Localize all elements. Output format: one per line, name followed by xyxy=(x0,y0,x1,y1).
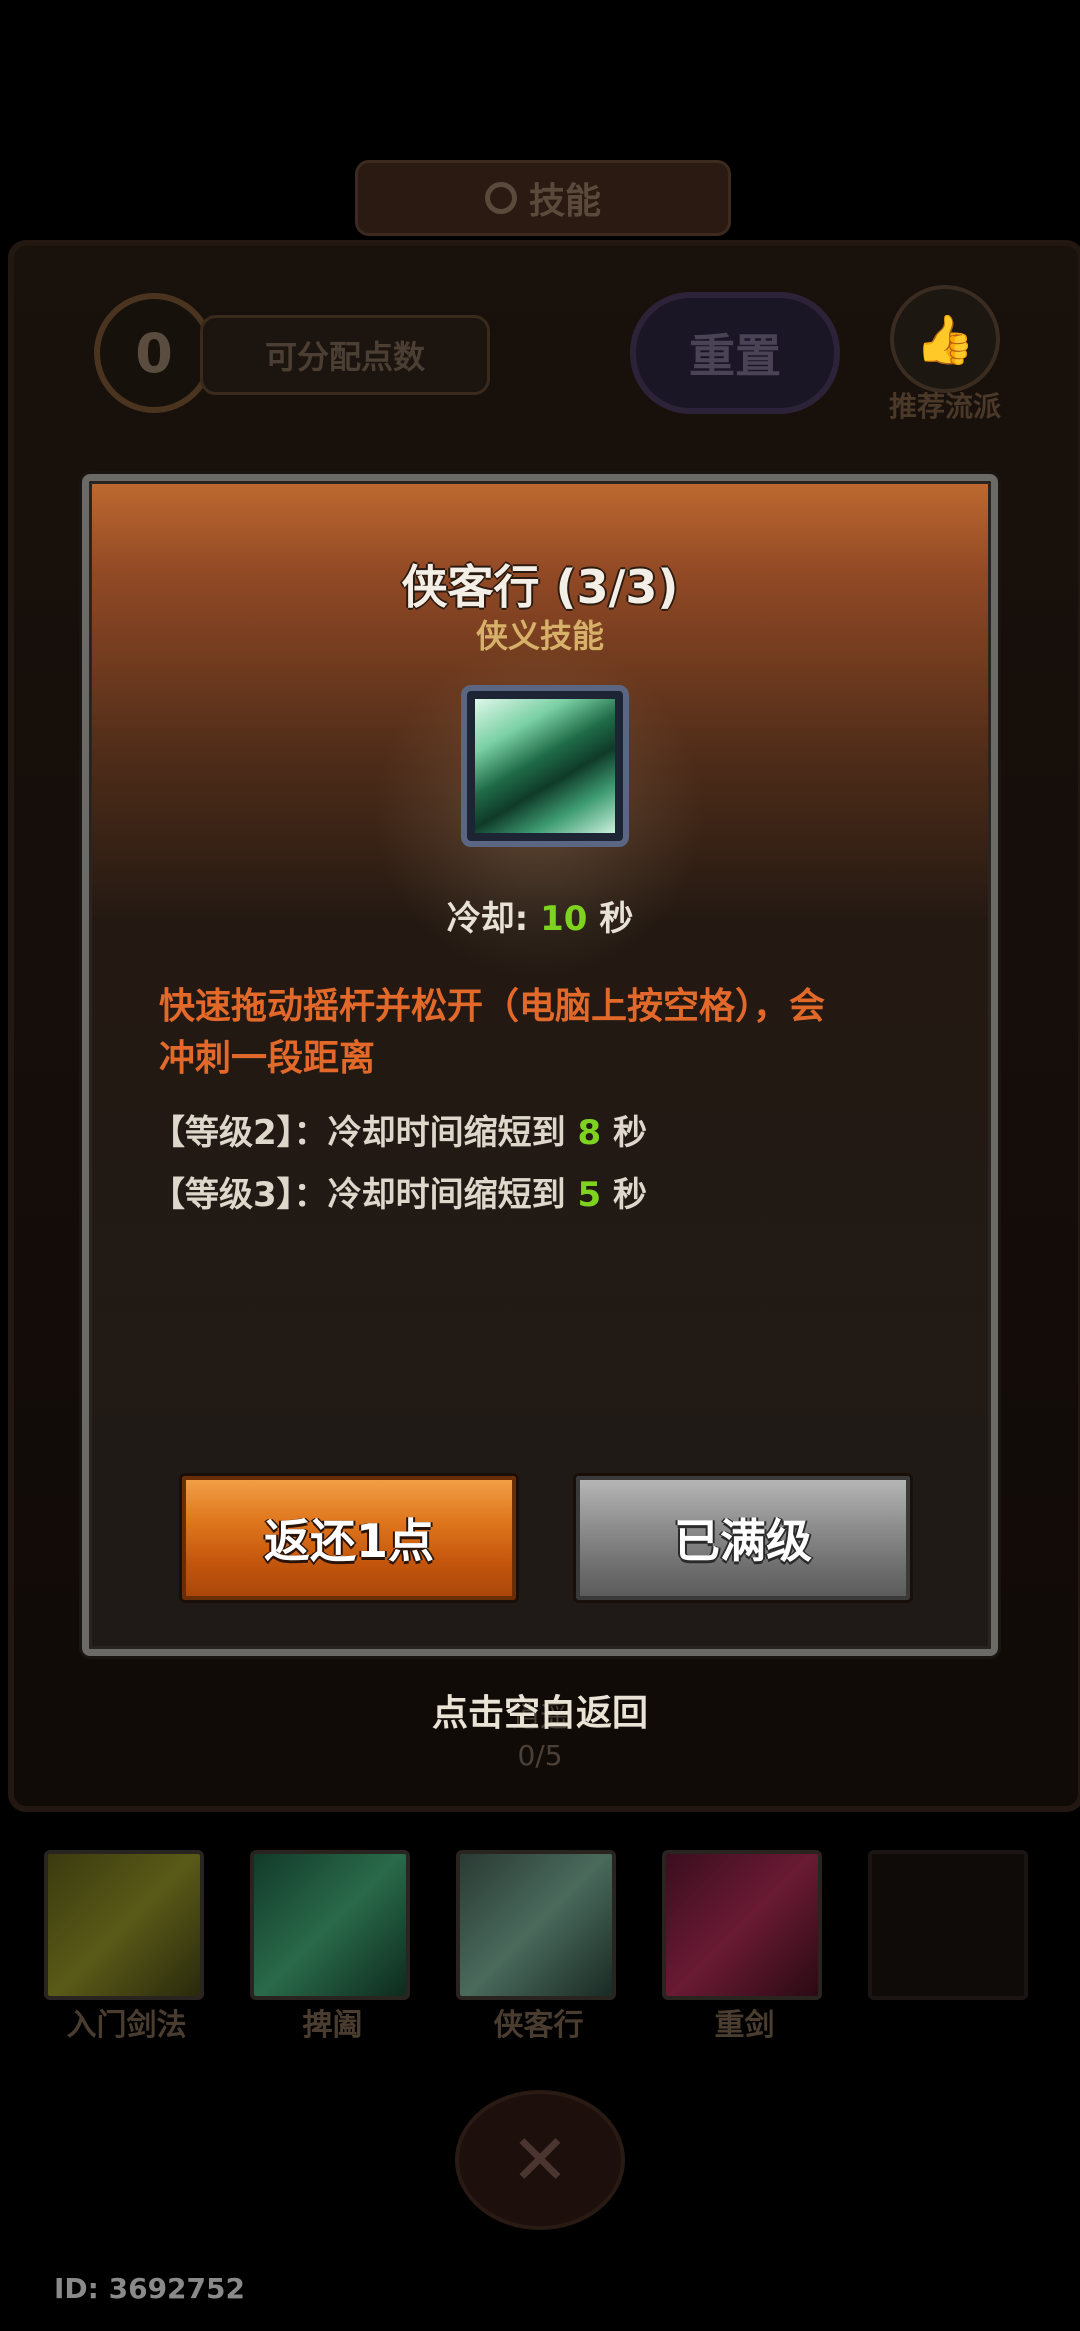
level-3-effect: 【等级3】：冷却时间缩短到 5 秒 xyxy=(151,1167,647,1216)
thumbs-up-icon: 👍 xyxy=(890,285,1000,393)
cooldown-label: 冷却: xyxy=(446,899,529,939)
skill-tab-icon xyxy=(484,182,517,214)
skill-description: 快速拖动摇杆并松开（电脑上按空格），会 冲刺一段距离 xyxy=(159,981,939,1085)
skill-description-line: 冲刺一段距离 xyxy=(159,1038,376,1079)
xiakexing-skill-icon xyxy=(456,1850,616,2000)
level-effect-unit: 秒 xyxy=(613,1113,648,1153)
recommend-build-label: 推荐流派 xyxy=(888,390,1001,423)
refund-point-button[interactable]: 返还1点 xyxy=(179,1473,519,1603)
skill-slot-label: 捭阖 xyxy=(302,2008,363,2043)
skill-slot-label: 侠客行 xyxy=(493,2008,584,2043)
skill-slot-empty[interactable] xyxy=(868,1850,1033,2020)
skill-slot-baihe[interactable]: 捭阖 xyxy=(250,1850,415,2043)
skills-tab-header: 技能 xyxy=(355,160,731,236)
level-effect-label: 【等级2】：冷却时间缩短到 xyxy=(151,1113,566,1153)
level-2-effect: 【等级2】：冷却时间缩短到 8 秒 xyxy=(151,1105,647,1154)
cooldown-value: 10 xyxy=(540,899,588,939)
cooldown-unit: 秒 xyxy=(599,899,634,939)
level-effect-value: 8 xyxy=(577,1113,602,1153)
empty-skill-slot xyxy=(868,1850,1028,2000)
tap-blank-to-return-hint[interactable]: 点击空白返回 xyxy=(0,1684,1080,1736)
equipped-skill-bar: 入门剑法 捭阖 侠客行 重剑 xyxy=(40,1850,1040,2050)
dash-skill-icon xyxy=(461,685,629,847)
available-points-label: 可分配点数 xyxy=(200,315,490,395)
baihe-skill-icon xyxy=(250,1850,410,2000)
skill-slot-label: 重剑 xyxy=(714,2008,775,2043)
user-id: ID: 3692752 xyxy=(54,2272,245,2305)
level-effect-value: 5 xyxy=(577,1175,602,1215)
skill-detail-modal: 侠客行 (3/3) 侠义技能 冷却: 10 秒 快速拖动摇杆并松开（电脑上按空格… xyxy=(82,474,998,1656)
skills-tab-title: 技能 xyxy=(528,181,601,222)
skill-description-line: 快速拖动摇杆并松开（电脑上按空格），会 xyxy=(159,986,826,1027)
level-effect-unit: 秒 xyxy=(613,1175,648,1215)
skill-node-progress: 0/5 xyxy=(517,1739,563,1772)
level-effect-label: 【等级3】：冷却时间缩短到 xyxy=(151,1175,566,1215)
skill-title: 侠客行 (3/3) xyxy=(401,560,679,614)
close-icon[interactable]: ✕ xyxy=(455,2090,625,2230)
recommend-build-button[interactable]: 👍 推荐流派 xyxy=(870,285,1020,425)
reset-button[interactable]: 重置 xyxy=(630,292,840,414)
skill-slot-basic-sword[interactable]: 入门剑法 xyxy=(44,1850,209,2043)
skill-slot-heavy-sword[interactable]: 重剑 xyxy=(662,1850,827,2043)
basic-sword-skill-icon xyxy=(44,1850,204,2000)
max-level-button[interactable]: 已满级 xyxy=(573,1473,913,1603)
skill-slot-xiakexing[interactable]: 侠客行 xyxy=(456,1850,621,2043)
available-points-counter: 0 xyxy=(94,293,214,413)
heavy-sword-skill-icon xyxy=(662,1850,822,2000)
cooldown-line: 冷却: 10 秒 xyxy=(89,891,991,940)
skill-slot-label: 入门剑法 xyxy=(66,2008,187,2043)
